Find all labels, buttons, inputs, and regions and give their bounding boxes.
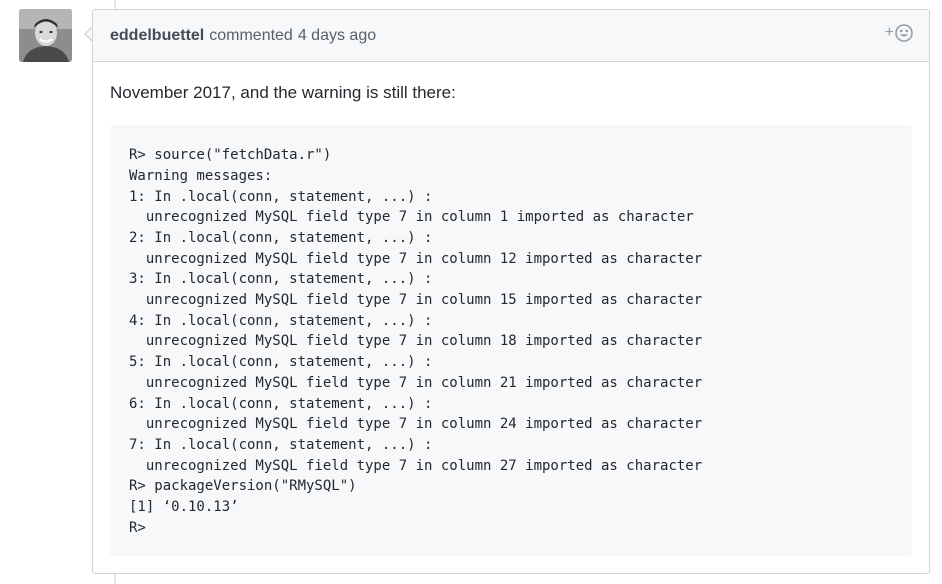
code-line: [1] ‘0.10.13’: [129, 499, 239, 516]
smiley-icon: [895, 24, 913, 42]
code-block: R> source("fetchData.r") Warning messages…: [110, 125, 912, 557]
code-line: 1: In .local(conn, statement, ...) :: [129, 188, 433, 205]
author-link[interactable]: eddelbuettel: [110, 27, 204, 45]
code-line: R> source("fetchData.r"): [129, 147, 332, 164]
code-line: unrecognized MySQL field type 7 in colum…: [129, 416, 703, 433]
code-line: R>: [129, 519, 155, 536]
code-line: 3: In .local(conn, statement, ...) :: [129, 271, 433, 288]
code-line: unrecognized MySQL field type 7 in colum…: [129, 250, 703, 267]
code-line: 5: In .local(conn, statement, ...) :: [129, 354, 433, 371]
add-reaction-button[interactable]: +: [885, 24, 913, 42]
code-line: Warning messages:: [129, 167, 273, 184]
user-avatar-icon: [19, 9, 72, 62]
code-line: 4: In .local(conn, statement, ...) :: [129, 312, 433, 329]
comment-text: November 2017, and the warning is still …: [110, 83, 456, 102]
code-line: unrecognized MySQL field type 7 in colum…: [129, 292, 703, 309]
code-line: 6: In .local(conn, statement, ...) :: [129, 395, 433, 412]
comment-body: November 2017, and the warning is still …: [93, 62, 929, 557]
code-line: unrecognized MySQL field type 7 in colum…: [129, 209, 694, 226]
code-line: unrecognized MySQL field type 7 in colum…: [129, 457, 703, 474]
comment-timestamp[interactable]: 4 days ago: [298, 27, 376, 45]
code-line: R> packageVersion("RMySQL"): [129, 478, 357, 495]
avatar[interactable]: [19, 9, 72, 62]
comment-box: eddelbuettel commented 4 days ago + Nove…: [92, 9, 930, 574]
code-line: 7: In .local(conn, statement, ...) :: [129, 436, 433, 453]
comment-action: commented: [209, 26, 293, 44]
reaction-plus-label: +: [884, 24, 894, 41]
code-line: unrecognized MySQL field type 7 in colum…: [129, 333, 703, 350]
code-line: unrecognized MySQL field type 7 in colum…: [129, 374, 703, 391]
comment-header: eddelbuettel commented 4 days ago +: [93, 10, 929, 62]
code-line: 2: In .local(conn, statement, ...) :: [129, 229, 433, 246]
comment-timeline: eddelbuettel commented 4 days ago + Nove…: [0, 0, 942, 584]
